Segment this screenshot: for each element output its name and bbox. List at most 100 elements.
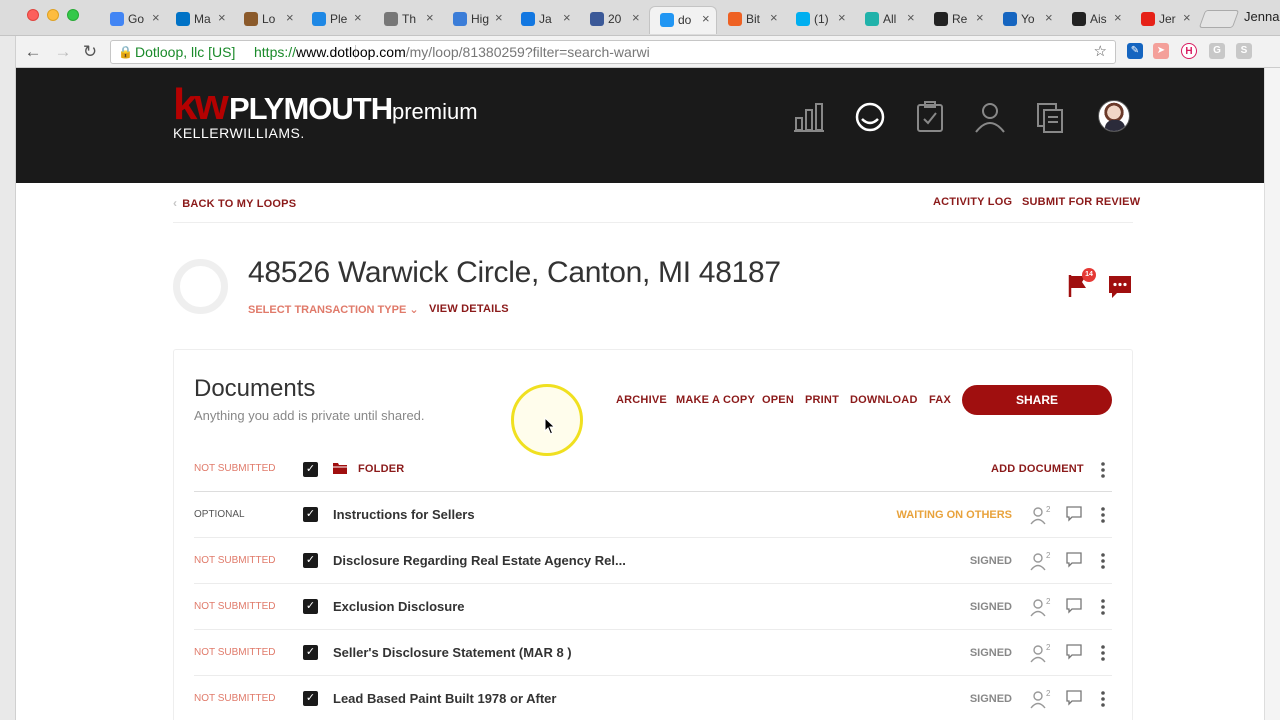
close-tab-icon[interactable]: × bbox=[976, 10, 984, 25]
browser-tab[interactable]: Go × bbox=[100, 6, 168, 34]
close-tab-icon[interactable]: × bbox=[1183, 10, 1191, 25]
document-name[interactable]: Disclosure Regarding Real Estate Agency … bbox=[333, 538, 626, 584]
minimize-window-button[interactable] bbox=[47, 9, 59, 21]
close-window-button[interactable] bbox=[27, 9, 39, 21]
maximize-window-button[interactable] bbox=[67, 9, 79, 21]
document-checkbox[interactable]: ✓ bbox=[303, 599, 318, 614]
participants-icon[interactable]: 2 bbox=[1030, 505, 1052, 525]
profile-name[interactable]: Jenna bbox=[1244, 9, 1279, 24]
share-button[interactable]: SHARE bbox=[962, 385, 1112, 415]
add-document-button[interactable]: ADD DOCUMENT bbox=[991, 463, 1084, 475]
browser-tab[interactable]: Jer × bbox=[1131, 6, 1199, 34]
download-button[interactable]: DOWNLOAD bbox=[850, 394, 918, 406]
document-name[interactable]: Lead Based Paint Built 1978 or After bbox=[333, 676, 556, 720]
close-tab-icon[interactable]: × bbox=[838, 10, 846, 25]
close-tab-icon[interactable]: × bbox=[495, 10, 503, 25]
transaction-type-dropdown[interactable]: SELECT TRANSACTION TYPE ⌄ bbox=[248, 303, 419, 316]
close-tab-icon[interactable]: × bbox=[426, 10, 434, 25]
kebab-menu-icon[interactable] bbox=[1100, 460, 1106, 480]
view-details-link[interactable]: VIEW DETAILS bbox=[429, 303, 509, 315]
document-checkbox[interactable]: ✓ bbox=[303, 507, 318, 522]
site-identity[interactable]: Dotloop, llc [US] bbox=[135, 41, 235, 63]
comment-icon[interactable] bbox=[1066, 506, 1082, 522]
browser-tab[interactable]: Bit × bbox=[718, 6, 786, 34]
browser-tab[interactable]: Re × bbox=[924, 6, 992, 34]
open-button[interactable]: OPEN bbox=[762, 394, 794, 406]
back-arrow-icon[interactable]: ← bbox=[22, 41, 44, 63]
folder-checkbox[interactable]: ✓ bbox=[303, 462, 318, 477]
document-row[interactable]: NOT SUBMITTED ✓ Lead Based Paint Built 197… bbox=[194, 676, 1112, 720]
comment-icon[interactable] bbox=[1066, 644, 1082, 660]
participants-icon[interactable]: 2 bbox=[1030, 689, 1052, 709]
close-tab-icon[interactable]: × bbox=[286, 10, 294, 25]
browser-tab[interactable]: (1) × bbox=[786, 6, 854, 34]
submit-for-review-link[interactable]: SUBMIT FOR REVIEW bbox=[1022, 196, 1140, 208]
activity-log-link[interactable]: ACTIVITY LOG bbox=[933, 196, 1012, 208]
archive-button[interactable]: ARCHIVE bbox=[616, 394, 667, 406]
close-tab-icon[interactable]: × bbox=[1114, 10, 1122, 25]
document-row[interactable]: OPTIONAL ✓ Instructions for Sellers WAITING… bbox=[194, 492, 1112, 538]
chat-icon[interactable] bbox=[1107, 274, 1133, 300]
bookmark-star-icon[interactable]: ☆ bbox=[1094, 41, 1107, 63]
forward-arrow-icon[interactable]: → bbox=[52, 41, 74, 63]
document-checkbox[interactable]: ✓ bbox=[303, 691, 318, 706]
close-tab-icon[interactable]: × bbox=[770, 10, 778, 25]
back-to-loops-link[interactable]: ‹ BACK TO MY LOOPS bbox=[173, 196, 296, 210]
extension-s-icon[interactable]: S bbox=[1236, 43, 1252, 59]
kebab-menu-icon[interactable] bbox=[1100, 643, 1106, 663]
kebab-menu-icon[interactable] bbox=[1100, 597, 1106, 617]
document-name[interactable]: Instructions for Sellers bbox=[333, 492, 475, 538]
extension-pen-icon[interactable]: ✎ bbox=[1127, 43, 1143, 59]
extension-arrow-icon[interactable]: ➤ bbox=[1153, 43, 1169, 59]
close-tab-icon[interactable]: × bbox=[907, 10, 915, 25]
comment-icon[interactable] bbox=[1066, 552, 1082, 568]
browser-tab[interactable]: Th × bbox=[374, 6, 442, 34]
comment-icon[interactable] bbox=[1066, 598, 1082, 614]
address-bar[interactable]: 🔒 Dotloop, llc [US] https://www.dotloop.… bbox=[110, 40, 1116, 64]
folder-row[interactable]: NOT SUBMITTED ✓ FOLDER ADD DOCUMENT bbox=[194, 446, 1112, 492]
kebab-menu-icon[interactable] bbox=[1100, 689, 1106, 709]
folder-label[interactable]: FOLDER bbox=[358, 463, 404, 475]
close-tab-icon[interactable]: × bbox=[218, 10, 226, 25]
extension-g-icon[interactable]: G bbox=[1209, 43, 1225, 59]
extension-h-icon[interactable]: H bbox=[1181, 43, 1197, 59]
browser-tab[interactable]: Lo × bbox=[234, 6, 302, 34]
kebab-menu-icon[interactable] bbox=[1100, 551, 1106, 571]
tasks-icon[interactable] bbox=[913, 100, 947, 134]
document-checkbox[interactable]: ✓ bbox=[303, 553, 318, 568]
reload-icon[interactable]: ↻ bbox=[79, 41, 101, 63]
brand-logo[interactable]: kw PLYMOUTH KELLERWILLIAMS. bbox=[173, 83, 393, 143]
print-button[interactable]: PRINT bbox=[805, 394, 839, 406]
participants-icon[interactable]: 2 bbox=[1030, 597, 1052, 617]
browser-tab[interactable]: Ple × bbox=[302, 6, 370, 34]
participants-icon[interactable]: 2 bbox=[1030, 551, 1052, 571]
loop-icon[interactable] bbox=[853, 100, 887, 134]
browser-tab[interactable]: All × bbox=[855, 6, 923, 34]
chart-icon[interactable] bbox=[792, 100, 826, 134]
document-name[interactable]: Exclusion Disclosure bbox=[333, 584, 465, 630]
participants-icon[interactable]: 2 bbox=[1030, 643, 1052, 663]
browser-tab[interactable]: Yo × bbox=[993, 6, 1061, 34]
kebab-menu-icon[interactable] bbox=[1100, 505, 1106, 525]
close-tab-icon[interactable]: × bbox=[1045, 10, 1053, 25]
close-tab-icon[interactable]: × bbox=[702, 11, 710, 26]
browser-tab[interactable]: Hig × bbox=[443, 6, 511, 34]
browser-tab[interactable]: Ma × bbox=[166, 6, 234, 34]
templates-icon[interactable] bbox=[1033, 100, 1067, 134]
close-tab-icon[interactable]: × bbox=[563, 10, 571, 25]
browser-tab[interactable]: Ja × bbox=[511, 6, 579, 34]
document-checkbox[interactable]: ✓ bbox=[303, 645, 318, 660]
close-tab-icon[interactable]: × bbox=[632, 10, 640, 25]
document-name[interactable]: Seller's Disclosure Statement (MAR 8 ) bbox=[333, 630, 572, 676]
document-row[interactable]: NOT SUBMITTED ✓ Disclosure Regarding Real … bbox=[194, 538, 1112, 584]
document-row[interactable]: NOT SUBMITTED ✓ Seller's Disclosure Statem… bbox=[194, 630, 1112, 676]
document-row[interactable]: NOT SUBMITTED ✓ Exclusion Disclosure SIGNED… bbox=[194, 584, 1112, 630]
close-tab-icon[interactable]: × bbox=[354, 10, 362, 25]
close-tab-icon[interactable]: × bbox=[152, 10, 160, 25]
browser-tab[interactable]: do × bbox=[649, 6, 717, 34]
new-tab-button[interactable] bbox=[1198, 10, 1240, 28]
user-avatar[interactable] bbox=[1098, 100, 1130, 132]
comment-icon[interactable] bbox=[1066, 690, 1082, 706]
fax-button[interactable]: FAX bbox=[929, 394, 951, 406]
browser-tab[interactable]: 20 × bbox=[580, 6, 648, 34]
